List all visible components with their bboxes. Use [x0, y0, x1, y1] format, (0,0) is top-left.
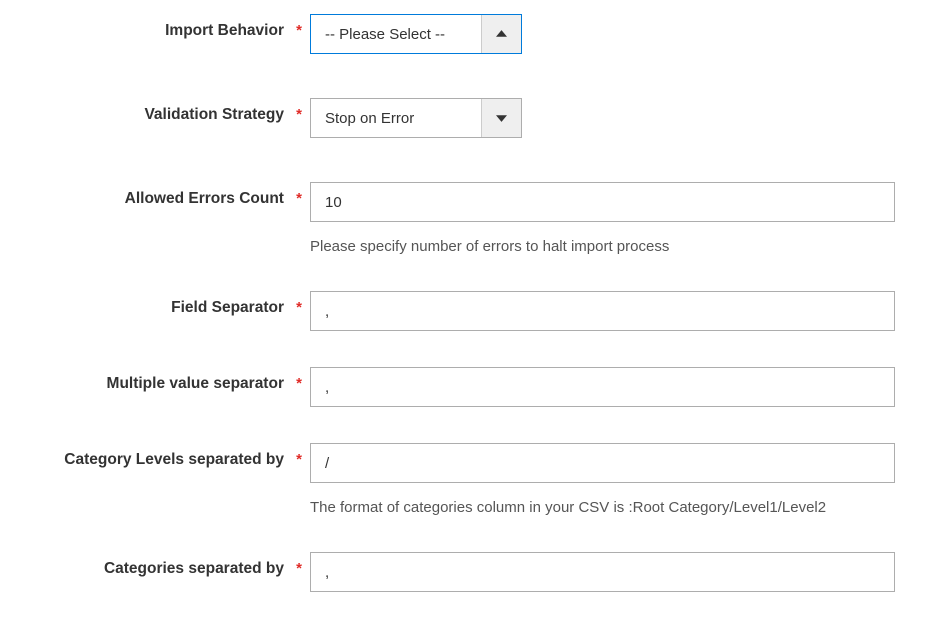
row-validation-strategy: Validation Strategy * Stop on Error: [15, 94, 910, 138]
field-separator-label: Field Separator: [171, 299, 284, 316]
category-levels-label: Category Levels separated by: [64, 451, 284, 468]
control-col: Stop on Error: [310, 94, 895, 138]
required-asterisk: *: [296, 22, 302, 39]
label-col: Field Separator *: [15, 287, 310, 317]
field-separator-input[interactable]: [310, 291, 895, 331]
control-col: The format of categories column in your …: [310, 439, 895, 516]
row-allowed-errors: Allowed Errors Count * Please specify nu…: [15, 178, 910, 255]
categories-sep-label: Categories separated by: [104, 560, 284, 577]
control-col: [310, 287, 895, 331]
control-col: [310, 548, 895, 592]
row-field-separator: Field Separator *: [15, 287, 910, 331]
label-col: Allowed Errors Count *: [15, 178, 310, 208]
label-col: Import Behavior *: [15, 10, 310, 40]
label-col: Validation Strategy *: [15, 94, 310, 124]
validation-strategy-label: Validation Strategy: [144, 106, 284, 123]
required-asterisk: *: [296, 106, 302, 123]
row-import-behavior: Import Behavior * -- Please Select --: [15, 10, 910, 54]
allowed-errors-label: Allowed Errors Count: [125, 190, 284, 207]
categories-sep-input[interactable]: [310, 552, 895, 592]
label-col: Multiple value separator *: [15, 363, 310, 393]
select-value: Stop on Error: [311, 99, 481, 137]
category-levels-hint: The format of categories column in your …: [310, 499, 895, 516]
required-asterisk: *: [296, 560, 302, 577]
validation-strategy-select[interactable]: Stop on Error: [310, 98, 522, 138]
chevron-up-icon: [481, 15, 521, 53]
control-col: [310, 363, 895, 407]
label-col: Category Levels separated by *: [15, 439, 310, 469]
required-asterisk: *: [296, 299, 302, 316]
multi-separator-label: Multiple value separator: [107, 375, 284, 392]
allowed-errors-hint: Please specify number of errors to halt …: [310, 238, 895, 255]
required-asterisk: *: [296, 375, 302, 392]
chevron-down-icon: [481, 99, 521, 137]
row-multi-separator: Multiple value separator *: [15, 363, 910, 407]
required-asterisk: *: [296, 451, 302, 468]
control-col: Please specify number of errors to halt …: [310, 178, 895, 255]
select-value: -- Please Select --: [311, 15, 481, 53]
import-behavior-select[interactable]: -- Please Select --: [310, 14, 522, 54]
row-category-levels: Category Levels separated by * The forma…: [15, 439, 910, 516]
allowed-errors-input[interactable]: [310, 182, 895, 222]
row-categories-sep: Categories separated by *: [15, 548, 910, 592]
label-col: Categories separated by *: [15, 548, 310, 578]
multi-separator-input[interactable]: [310, 367, 895, 407]
control-col: -- Please Select --: [310, 10, 895, 54]
category-levels-input[interactable]: [310, 443, 895, 483]
import-behavior-label: Import Behavior: [165, 22, 284, 39]
required-asterisk: *: [296, 190, 302, 207]
